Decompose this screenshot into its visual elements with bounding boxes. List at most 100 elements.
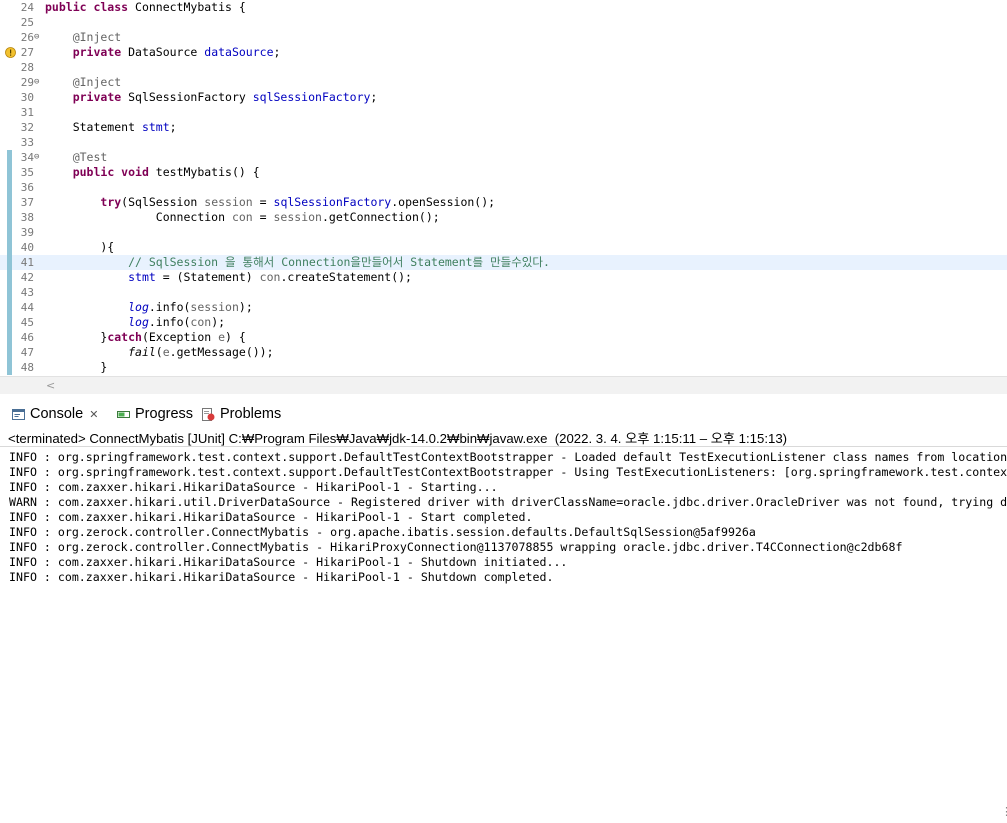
code-text: log.info(session); xyxy=(128,300,253,314)
code-line[interactable]: 44 log.info(session); xyxy=(0,300,1007,315)
code-line[interactable]: 43 xyxy=(0,285,1007,300)
code-text: ){ xyxy=(45,240,115,254)
code-text: @Inject xyxy=(72,30,122,44)
code-line[interactable]: 31 xyxy=(0,105,1007,120)
line-number: 30 xyxy=(20,91,34,104)
tab-console[interactable]: Console ✕ xyxy=(12,403,98,425)
tab-progress[interactable]: Progress xyxy=(117,403,193,425)
change-marker xyxy=(7,240,12,255)
console-log-line: INFO : org.zerock.controller.ConnectMyba… xyxy=(9,525,756,539)
problems-icon xyxy=(202,407,215,421)
line-number: 41 xyxy=(20,256,34,269)
code-line[interactable]: 46 }catch(Exception e) { xyxy=(0,330,1007,345)
tab-console-label: Console xyxy=(30,406,84,422)
code-text: } xyxy=(45,360,108,374)
code-line[interactable]: 25 xyxy=(0,15,1007,30)
line-number: 42 xyxy=(20,271,34,284)
console-log-line: INFO : com.zaxxer.hikari.HikariDataSourc… xyxy=(9,570,554,584)
change-marker xyxy=(7,255,12,270)
change-marker xyxy=(7,360,12,375)
line-number: 36 xyxy=(20,181,34,194)
fold-toggle-icon[interactable]: ⊖ xyxy=(34,30,39,45)
console-log-line: INFO : org.springframework.test.context.… xyxy=(9,450,1007,464)
code-line[interactable]: 48 } xyxy=(0,360,1007,375)
code-line[interactable]: 45 log.info(con); xyxy=(0,315,1007,330)
line-number: 38 xyxy=(20,211,34,224)
line-number: 31 xyxy=(20,106,34,119)
tab-problems-label: Problems xyxy=(220,406,282,422)
line-number: 28 xyxy=(20,61,34,74)
line-number: 40 xyxy=(20,241,34,254)
code-line[interactable]: 34 ⊖ @Test xyxy=(0,150,1007,165)
line-number: 26 xyxy=(20,31,34,44)
console-icon xyxy=(12,408,25,420)
code-text: try(SqlSession session = sqlSessionFacto… xyxy=(100,195,496,209)
line-number: 25 xyxy=(20,16,34,29)
console-output[interactable]: INFO : org.springframework.test.context.… xyxy=(0,446,1007,640)
change-marker xyxy=(7,300,12,315)
line-number: 44 xyxy=(20,301,34,314)
change-marker xyxy=(7,315,12,330)
tab-problems[interactable]: Problems xyxy=(202,403,281,425)
code-line[interactable]: 26 ⊖ @Inject xyxy=(0,30,1007,45)
console-log-line: INFO : com.zaxxer.hikari.HikariDataSourc… xyxy=(9,480,498,494)
console-log-line: WARN : com.zaxxer.hikari.util.DriverData… xyxy=(9,495,1007,509)
line-number: 29 xyxy=(20,76,34,89)
line-number: 27 xyxy=(20,46,34,59)
change-marker xyxy=(7,165,12,180)
code-line[interactable]: 36 xyxy=(0,180,1007,195)
code-text: public class ConnectMybatis { xyxy=(45,0,246,14)
code-line[interactable]: 39 xyxy=(0,225,1007,240)
code-text: public void testMybatis() { xyxy=(72,165,260,179)
code-line[interactable]: 32 Statement stmt; xyxy=(0,120,1007,135)
code-text: log.info(con); xyxy=(128,315,226,329)
line-number: 37 xyxy=(20,196,34,209)
editor-horizontal-scrollbar[interactable]: < xyxy=(0,376,1007,394)
fold-toggle-icon[interactable]: ⊖ xyxy=(34,75,39,90)
view-menu-icon[interactable]: ⋮ xyxy=(1001,805,1007,823)
line-number: 24 xyxy=(20,1,34,14)
line-number: 47 xyxy=(20,346,34,359)
scroll-left-icon[interactable]: < xyxy=(46,379,55,392)
code-line[interactable]: 29 ⊖ @Inject xyxy=(0,75,1007,90)
line-number: 48 xyxy=(20,361,34,374)
code-line[interactable]: 24 public class ConnectMybatis { xyxy=(0,0,1007,15)
code-line[interactable]: 40 ){ xyxy=(0,240,1007,255)
code-text: @Test xyxy=(72,150,108,164)
close-icon[interactable]: ✕ xyxy=(89,408,98,421)
code-line[interactable]: 28 xyxy=(0,60,1007,75)
view-tab-bar: Console ✕ Progress Problems ⋮ xyxy=(0,401,1007,818)
change-marker xyxy=(7,270,12,285)
line-number: 34 xyxy=(20,151,34,164)
code-text: private SqlSessionFactory sqlSessionFact… xyxy=(72,90,378,104)
line-number: 39 xyxy=(20,226,34,239)
console-log-line: INFO : com.zaxxer.hikari.HikariDataSourc… xyxy=(9,510,533,524)
code-text: fail(e.getMessage()); xyxy=(128,345,274,359)
code-line[interactable]: 30 private SqlSessionFactory sqlSessionF… xyxy=(0,90,1007,105)
code-line[interactable]: 41 // SqlSession 을 통해서 Connection을만들어서 S… xyxy=(0,255,1007,270)
fold-toggle-icon[interactable]: ⊖ xyxy=(34,150,39,165)
line-number: 35 xyxy=(20,166,34,179)
code-text: // SqlSession 을 통해서 Connection을만들어서 Stat… xyxy=(128,255,550,269)
code-line[interactable]: 37 try(SqlSession session = sqlSessionFa… xyxy=(0,195,1007,210)
console-log-line: INFO : com.zaxxer.hikari.HikariDataSourc… xyxy=(9,555,568,569)
code-text: Connection con = session.getConnection()… xyxy=(45,210,440,224)
change-marker xyxy=(7,150,12,165)
change-marker xyxy=(7,225,12,240)
code-editor[interactable]: 24 public class ConnectMybatis {25 26 ⊖ @In… xyxy=(0,0,1007,378)
code-line[interactable]: 38 Connection con = session.getConnectio… xyxy=(0,210,1007,225)
line-number: 46 xyxy=(20,331,34,344)
line-number: 32 xyxy=(20,121,34,134)
tab-progress-label: Progress xyxy=(135,406,194,422)
line-number: 43 xyxy=(20,286,34,299)
change-marker xyxy=(7,180,12,195)
code-line[interactable]: 27 private DataSource dataSource; xyxy=(0,45,1007,60)
change-marker xyxy=(7,210,12,225)
code-line[interactable]: 47 fail(e.getMessage()); xyxy=(0,345,1007,360)
line-number: 33 xyxy=(20,136,34,149)
console-status-line: <terminated> ConnectMybatis [JUnit] C:₩P… xyxy=(8,431,788,446)
code-text: stmt = (Statement) con.createStatement()… xyxy=(128,270,412,284)
code-line[interactable]: 33 xyxy=(0,135,1007,150)
code-line[interactable]: 35 public void testMybatis() { xyxy=(0,165,1007,180)
code-line[interactable]: 42 stmt = (Statement) con.createStatemen… xyxy=(0,270,1007,285)
